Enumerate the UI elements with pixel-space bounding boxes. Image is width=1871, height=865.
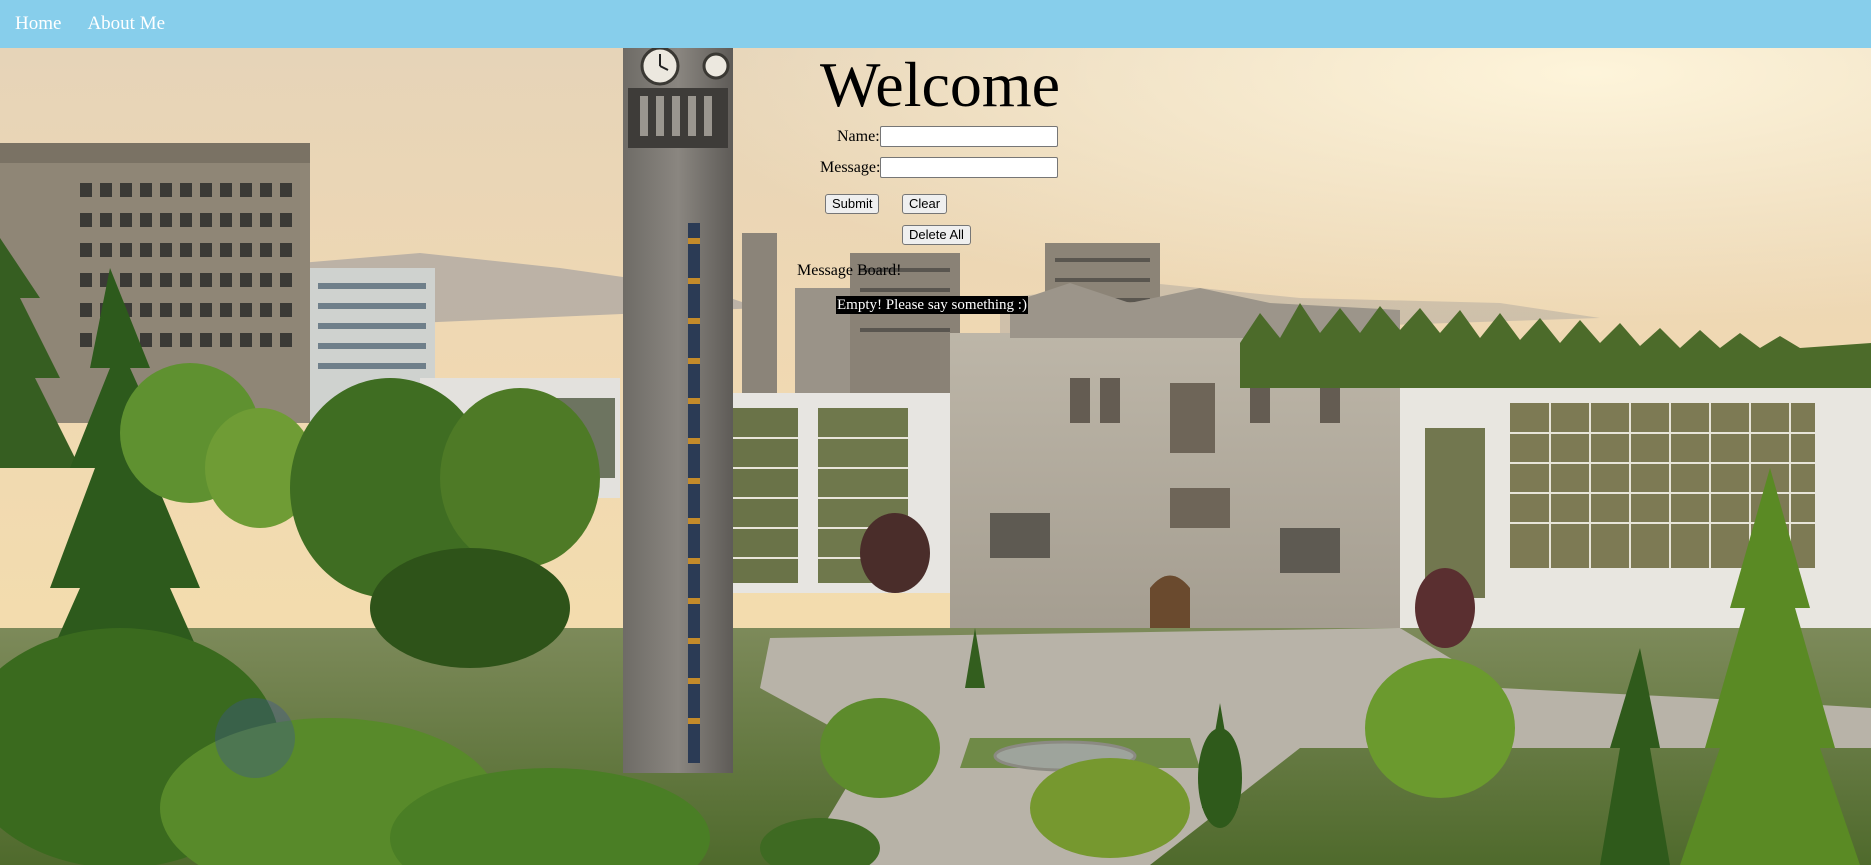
name-row: Name: bbox=[837, 126, 1058, 147]
navbar: Home About Me bbox=[0, 0, 1871, 48]
message-board-empty-text: Empty! Please say something :) bbox=[836, 296, 1028, 314]
message-board-label: Message Board! bbox=[797, 262, 902, 279]
message-label: Message: bbox=[820, 158, 881, 176]
delete-all-button[interactable]: Delete All bbox=[902, 225, 971, 245]
name-label: Name: bbox=[837, 127, 880, 145]
submit-button[interactable]: Submit bbox=[825, 194, 880, 214]
clear-button[interactable]: Clear bbox=[902, 194, 948, 214]
message-input[interactable] bbox=[880, 157, 1059, 178]
name-input[interactable] bbox=[879, 126, 1058, 147]
page-title: Welcome bbox=[820, 49, 1061, 120]
message-row: Message: bbox=[820, 157, 1059, 178]
nav-about-link[interactable]: About Me bbox=[87, 13, 165, 35]
nav-home-link[interactable]: Home bbox=[15, 13, 61, 35]
